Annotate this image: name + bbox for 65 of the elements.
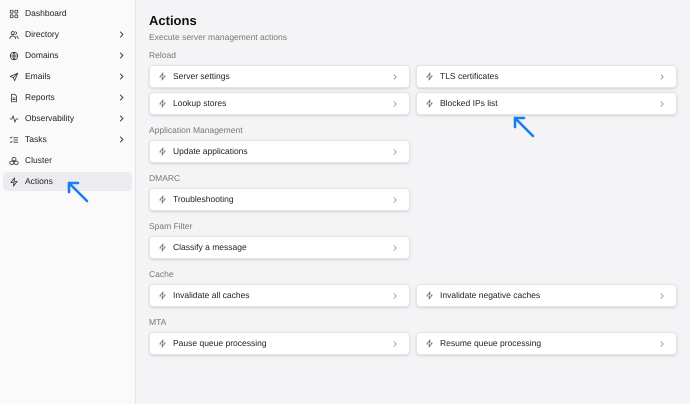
page-subtitle: Execute server management actions	[149, 32, 288, 43]
zap-icon	[425, 72, 434, 81]
action-button[interactable]: Pause queue processing	[149, 332, 410, 355]
activity-icon	[9, 114, 19, 124]
action-button[interactable]: Lookup stores	[149, 92, 410, 115]
zap-icon	[158, 291, 167, 300]
sidebar-item[interactable]: Cluster	[3, 151, 132, 170]
action-button[interactable]: Server settings	[149, 65, 410, 88]
chevron-right-icon	[391, 100, 399, 108]
section-label: Reload	[149, 50, 177, 61]
zap-icon	[158, 339, 167, 348]
chevron-right-icon	[117, 72, 126, 81]
action-button[interactable]: Blocked IPs list	[416, 92, 677, 115]
chevron-right-icon	[117, 114, 126, 123]
grid-icon	[9, 8, 19, 18]
action-button[interactable]: Troubleshooting	[149, 188, 410, 211]
chevron-right-icon	[658, 72, 666, 80]
section-label: Cache	[149, 269, 175, 280]
chevron-right-icon	[658, 100, 666, 108]
chevron-right-icon	[658, 340, 666, 348]
send-icon	[9, 72, 19, 82]
document-icon	[9, 92, 19, 102]
chevron-right-icon	[391, 340, 399, 348]
section-label: Spam Filter	[149, 221, 194, 232]
zap-icon	[158, 195, 167, 204]
section-label: DMARC	[149, 173, 182, 184]
zap-icon	[158, 99, 167, 108]
chevron-right-icon	[391, 244, 399, 252]
sidebar-item[interactable]: Tasks	[3, 130, 132, 149]
cubes-icon	[9, 156, 19, 166]
chevron-right-icon	[391, 196, 399, 204]
zap-icon	[425, 99, 434, 108]
globe-icon	[9, 50, 19, 60]
sidebar-item[interactable]: Reports	[3, 88, 132, 107]
users-icon	[9, 30, 19, 40]
zap-icon	[158, 72, 167, 81]
chevron-right-icon	[391, 292, 399, 300]
sidebar-item[interactable]: Actions	[3, 172, 132, 191]
sidebar-item[interactable]: Observability	[3, 109, 132, 128]
section-label: MTA	[149, 317, 168, 328]
zap-icon	[425, 291, 434, 300]
zap-icon	[425, 339, 434, 348]
action-button[interactable]: Invalidate all caches	[149, 284, 410, 307]
chevron-right-icon	[391, 148, 399, 156]
list-check-icon	[9, 134, 19, 144]
action-button[interactable]: TLS certificates	[416, 65, 677, 88]
chevron-right-icon	[117, 51, 126, 60]
chevron-right-icon	[391, 72, 399, 80]
chevron-right-icon	[117, 135, 126, 144]
action-button[interactable]: Update applications	[149, 140, 410, 163]
action-button[interactable]: Invalidate negative caches	[416, 284, 677, 307]
sidebar-item[interactable]: Directory	[3, 25, 132, 44]
action-button[interactable]: Classify a message	[149, 236, 410, 259]
sidebar-item[interactable]: Emails	[3, 67, 132, 86]
chevron-right-icon	[117, 30, 126, 39]
page-title: Actions	[149, 13, 198, 29]
sidebar-item[interactable]: Dashboard	[3, 4, 132, 23]
zap-icon	[158, 243, 167, 252]
action-button[interactable]: Resume queue processing	[416, 332, 677, 355]
zap-icon	[158, 147, 167, 156]
sidebar-item[interactable]: Domains	[3, 46, 132, 65]
section-label: Application Management	[149, 125, 244, 136]
chevron-right-icon	[117, 93, 126, 102]
chevron-right-icon	[658, 292, 666, 300]
zap-icon	[9, 176, 19, 186]
